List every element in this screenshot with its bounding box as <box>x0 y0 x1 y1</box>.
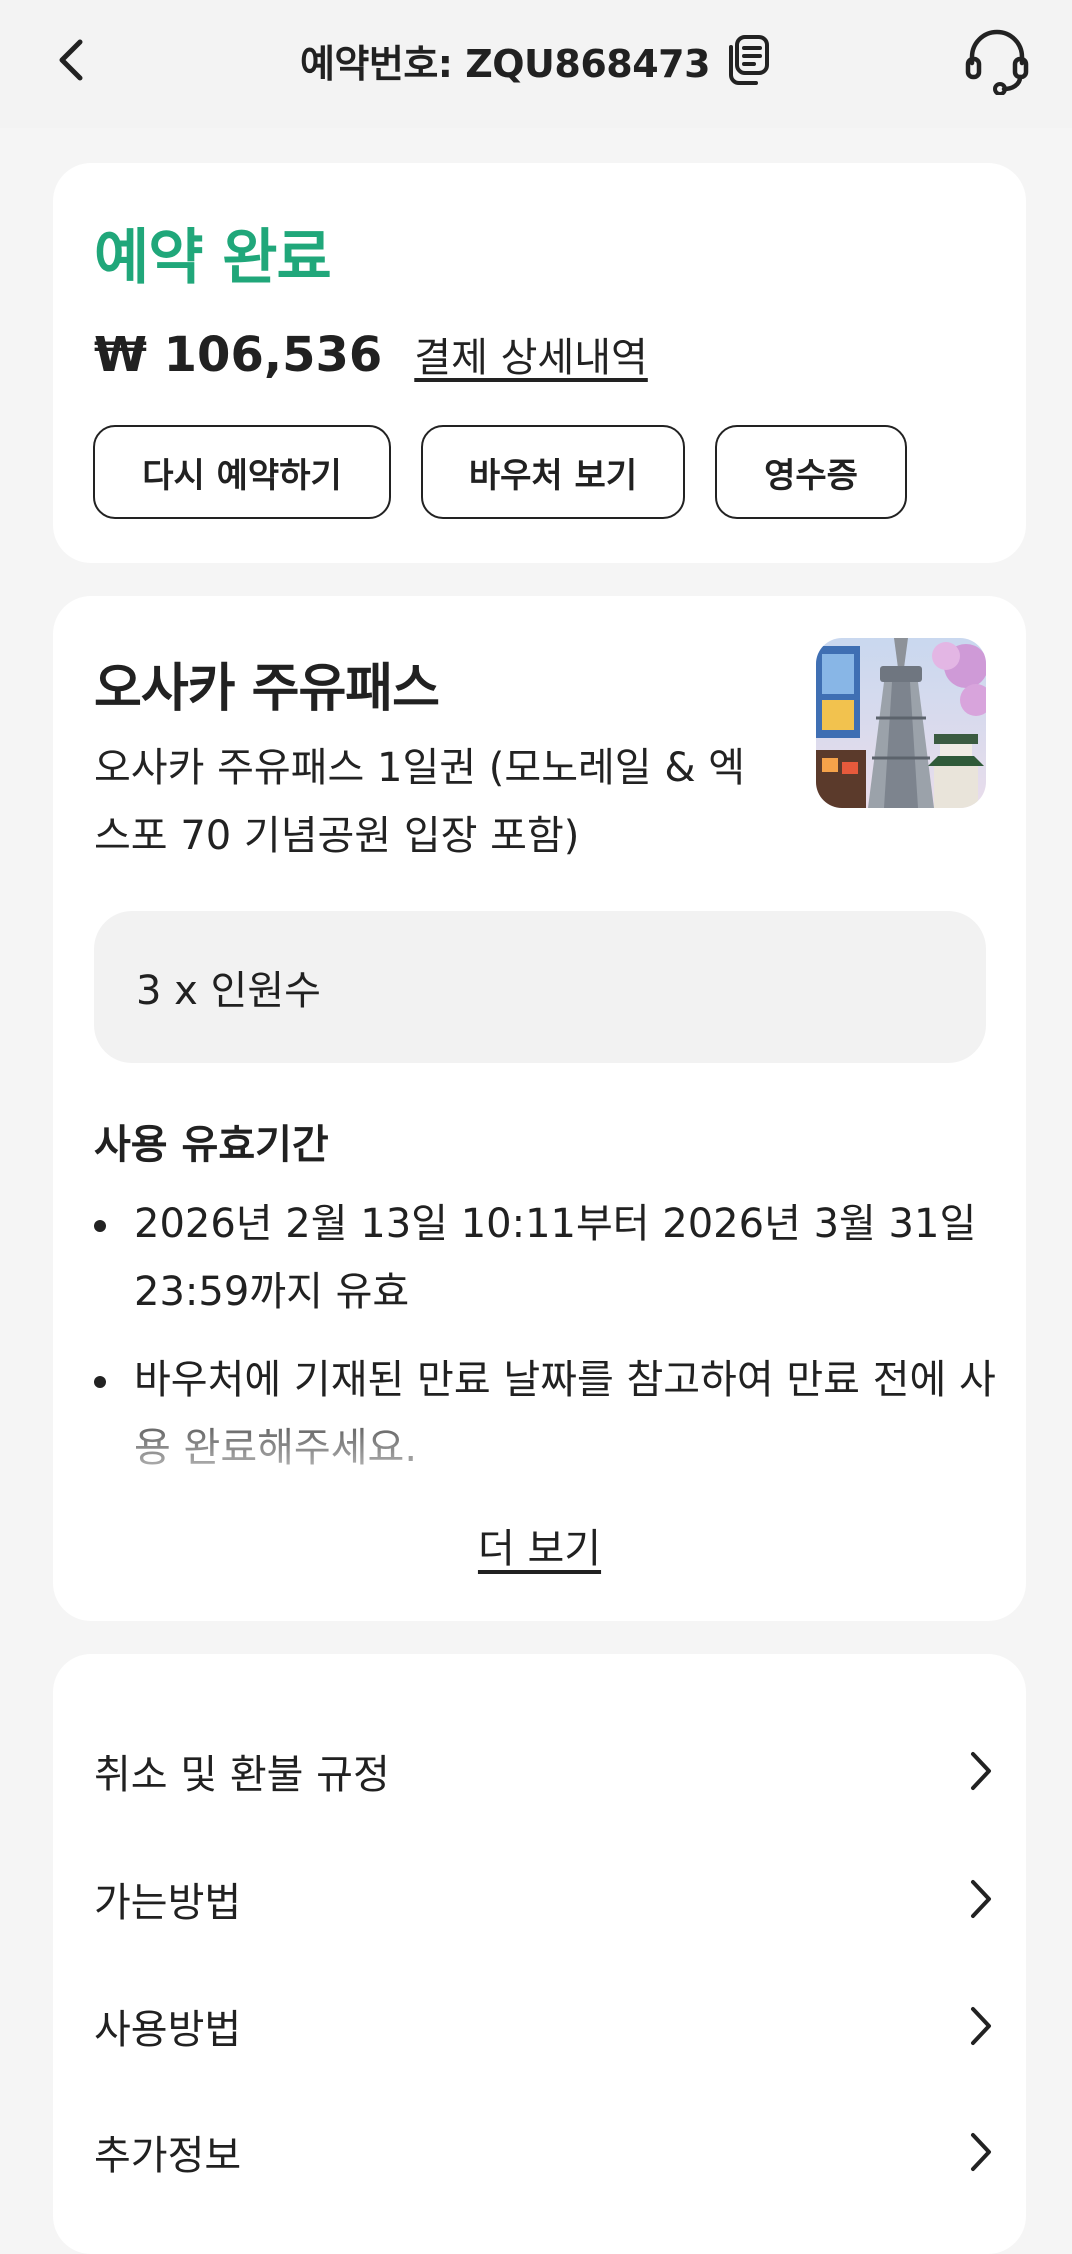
tower-image <box>816 638 986 808</box>
product-title: 오사카 주유패스 <box>94 659 440 719</box>
view-voucher-button[interactable]: 바우처 보기 <box>421 425 685 519</box>
menu-item-label: 취소 및 환불 규정 <box>94 1752 390 1798</box>
product-thumbnail[interactable] <box>816 638 986 808</box>
headset-icon <box>965 29 1029 96</box>
quantity-text: 3 x 인원수 <box>136 968 321 1014</box>
booking-status: 예약 완료 <box>94 223 332 293</box>
info-menu-card: 취소 및 환불 규정 가는방법 사용방법 추가정보 <box>53 1654 1026 2254</box>
menu-item-label: 사용방법 <box>94 2007 242 2053</box>
payment-detail-link[interactable]: 결제 상세내역 <box>414 325 648 383</box>
menu-item-label: 추가정보 <box>94 2133 242 2179</box>
chevron-right-icon <box>971 1880 991 1918</box>
chevron-right-icon <box>971 1752 991 1790</box>
menu-item-directions[interactable]: 가는방법 <box>94 1844 994 1954</box>
chevron-right-icon <box>971 2133 991 2171</box>
chevron-right-icon <box>971 2007 991 2045</box>
menu-item-how-to-use[interactable]: 사용방법 <box>94 1971 994 2081</box>
copy-icon[interactable] <box>724 34 772 86</box>
fade-overlay <box>94 1425 1004 1520</box>
customer-support-button[interactable] <box>962 25 1032 96</box>
see-more-link[interactable]: 더 보기 <box>53 1516 1026 1574</box>
product-card: 오사카 주유패스 오사카 주유패스 1일권 (모노레일 & 엑스포 70 기념공… <box>53 596 1026 1621</box>
booking-summary-card: 예약 완료 ₩ 106,536 결제 상세내역 다시 예약하기 바우처 보기 영… <box>53 163 1026 563</box>
menu-item-refund-policy[interactable]: 취소 및 환불 규정 <box>94 1716 994 1826</box>
booking-number-title: 예약번호: ZQU868473 <box>299 41 711 86</box>
app-header: 예약번호: ZQU868473 <box>0 0 1072 128</box>
menu-item-additional-info[interactable]: 추가정보 <box>94 2097 994 2207</box>
validity-title: 사용 유효기간 <box>94 1122 329 1168</box>
menu-item-label: 가는방법 <box>94 1880 242 1926</box>
validity-list: 2026년 2월 13일 10:11부터 2026년 3월 31일 23:59까… <box>94 1190 1004 1520</box>
rebook-button[interactable]: 다시 예약하기 <box>93 425 391 519</box>
receipt-button[interactable]: 영수증 <box>715 425 907 519</box>
total-price: ₩ 106,536 <box>94 327 383 383</box>
product-description: 오사카 주유패스 1일권 (모노레일 & 엑스포 70 기념공원 입장 포함) <box>94 745 746 859</box>
validity-item: 2026년 2월 13일 10:11부터 2026년 3월 31일 23:59까… <box>94 1190 1004 1326</box>
quantity-box: 3 x 인원수 <box>94 911 986 1063</box>
